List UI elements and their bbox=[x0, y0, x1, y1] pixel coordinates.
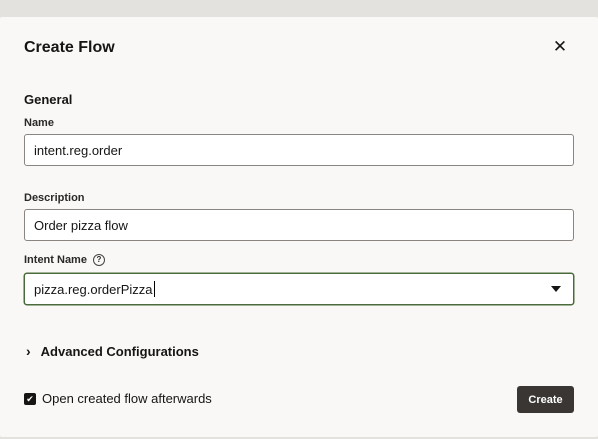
checkbox-checked-icon[interactable]: ✔ bbox=[24, 392, 36, 405]
dialog-title: Create Flow bbox=[24, 39, 115, 56]
description-label-text: Description bbox=[24, 192, 85, 204]
name-value: intent.reg.order bbox=[34, 142, 123, 158]
description-label: Description bbox=[24, 192, 85, 204]
intent-name-label: Intent Name? bbox=[24, 254, 105, 266]
open-after-label: Open created flow afterwards bbox=[42, 391, 212, 406]
section-general-heading: General bbox=[24, 92, 73, 107]
dropdown-arrow-icon[interactable] bbox=[551, 286, 561, 292]
advanced-configurations-label: Advanced Configurations bbox=[40, 343, 199, 359]
text-cursor bbox=[153, 281, 155, 297]
description-value: Order pizza flow bbox=[34, 217, 128, 233]
close-icon[interactable]: ✕ bbox=[551, 38, 569, 56]
name-label-text: Name bbox=[24, 117, 54, 129]
create-button[interactable]: Create bbox=[517, 386, 574, 413]
advanced-configurations-toggle[interactable]: › Advanced Configurations bbox=[26, 343, 199, 359]
description-input[interactable]: Order pizza flow bbox=[24, 209, 574, 241]
name-input[interactable]: intent.reg.order bbox=[24, 134, 574, 166]
name-label: Name bbox=[24, 117, 54, 129]
open-after-checkbox[interactable]: ✔ Open created flow afterwards bbox=[24, 391, 212, 406]
create-flow-dialog: Create Flow ✕ General Name intent.reg.or… bbox=[0, 17, 598, 437]
intent-name-value: pizza.reg.orderPizza bbox=[34, 281, 153, 297]
intent-name-combobox[interactable]: pizza.reg.orderPizza bbox=[24, 273, 574, 305]
intent-name-label-text: Intent Name bbox=[24, 254, 87, 266]
chevron-right-icon: › bbox=[26, 343, 31, 359]
question-circle-icon[interactable]: ? bbox=[92, 254, 105, 266]
